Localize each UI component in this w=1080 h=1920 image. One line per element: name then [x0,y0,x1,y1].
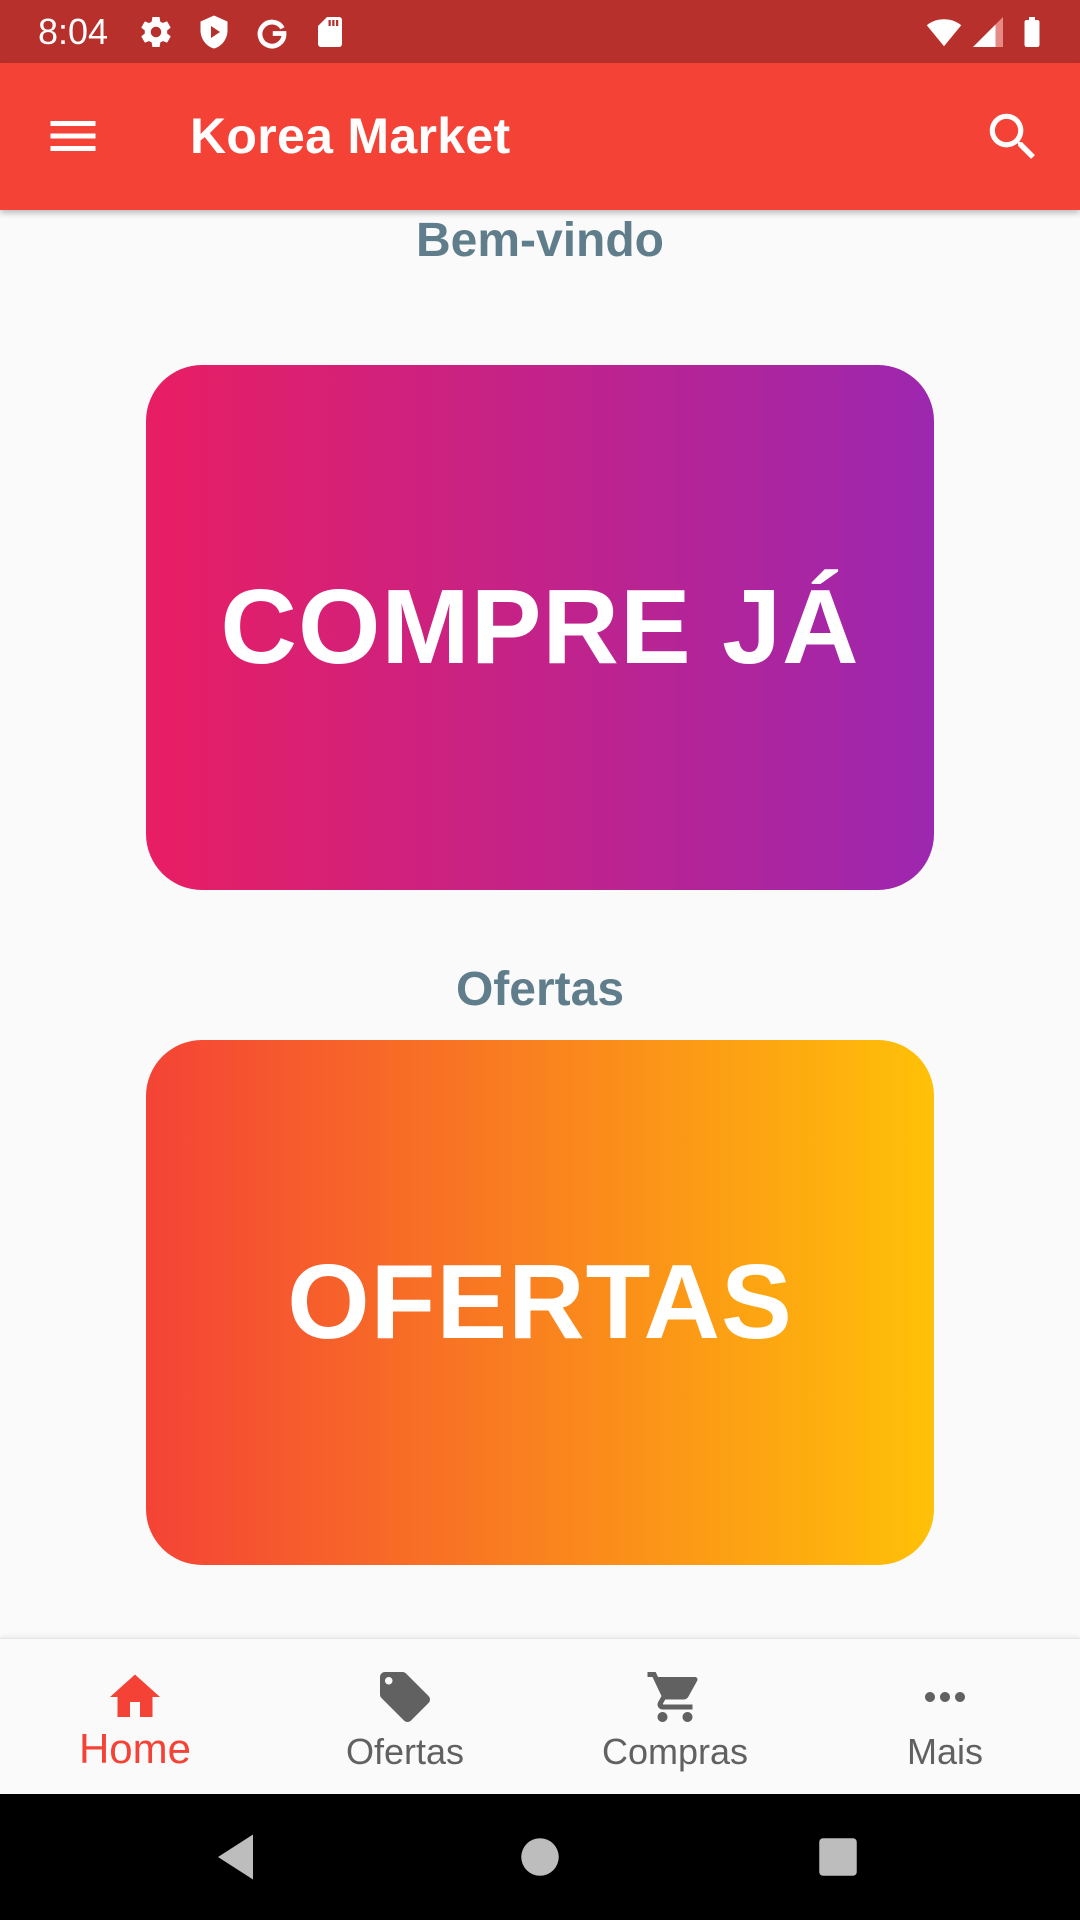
nav-label-home: Home [78,1725,192,1772]
tag-icon [380,1672,430,1722]
wifi-icon [926,19,962,47]
welcome-label: Bem-vindo [415,214,664,267]
bottom-navigation: Home Ofertas Compras Mais [0,1638,1080,1795]
app-bar: Korea Market [0,63,1080,210]
battery-icon [1024,17,1040,47]
shopping-cart-icon [647,1672,698,1722]
google-g-icon [257,19,287,49]
status-bar: 8:04 [0,0,1080,63]
back-icon[interactable] [208,1827,268,1887]
app-title: Korea Market [190,108,511,164]
buy-now-card[interactable]: COMPRE JÁ [146,365,934,890]
search-icon[interactable] [982,106,1044,168]
signal-icon [973,17,1003,47]
nav-label-offers: Ofertas [345,1731,465,1772]
system-navigation-bar [0,1794,1080,1920]
nav-item-purchases[interactable]: Compras [540,1639,810,1795]
nav-item-offers[interactable]: Ofertas [270,1639,540,1795]
buy-now-text: COMPRE JÁ [220,568,860,686]
nav-item-more[interactable]: Mais [810,1639,1080,1795]
screen: 8:04 Korea Market Bem-vindo COMPRE JÁ Of… [0,0,1080,1920]
status-time: 8:04 [38,11,109,52]
offers-card[interactable]: OFERTAS [146,1040,934,1565]
nav-item-home[interactable]: Home [0,1639,270,1795]
hamburger-menu-icon[interactable] [40,106,106,166]
home-circle-icon[interactable] [510,1827,570,1887]
shield-play-icon [200,15,228,49]
nav-label-purchases: Compras [601,1731,749,1772]
offers-label: Ofertas [455,963,625,1016]
gear-icon [141,17,171,48]
recents-icon[interactable] [808,1827,868,1887]
nav-label-more: Mais [906,1731,983,1772]
offers-text: OFERTAS [287,1243,793,1361]
home-icon [110,1674,160,1717]
more-horizontal-icon [925,1692,965,1702]
sd-card-icon [318,17,342,47]
